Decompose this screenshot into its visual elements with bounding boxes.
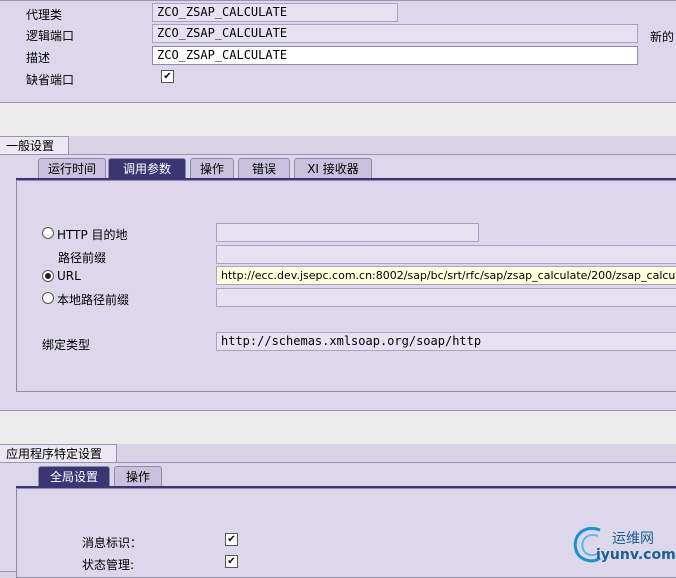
general-settings-title: 一般设置 [0,136,69,155]
path-prefix-label: 路径前缀 [58,251,107,265]
general-tab-4[interactable]: XI 接收器 [294,158,372,178]
default-port-label: 缺省端口 [26,73,75,87]
url-radio[interactable] [42,270,54,282]
logical-port-field[interactable]: ZCO_ZSAP_CALCULATE [152,24,638,43]
logical-port-label: 逻辑端口 [26,29,75,43]
state-management-checkbox[interactable]: ✔ [225,555,238,568]
general-tab-0[interactable]: 运行时间 [38,158,106,178]
general-tab-1[interactable]: 调用参数 [108,158,186,178]
http-destination-field[interactable] [216,223,479,242]
http-destination-radio[interactable] [42,227,54,239]
separator [0,103,676,136]
local-path-prefix-label: 本地路径前缀 [57,293,130,307]
app-tab-0[interactable]: 全局设置 [38,466,110,486]
url-label: URL [57,269,81,283]
state-management-label: 状态管理: [82,558,135,572]
general-tab-3[interactable]: 错误 [238,158,290,178]
path-prefix-field[interactable] [216,245,676,264]
proxy-class-field[interactable]: ZCO_ZSAP_CALCULATE [152,3,398,22]
description-label: 描述 [26,51,51,65]
local-path-prefix-field[interactable] [216,288,676,307]
general-tab-2[interactable]: 操作 [190,158,234,178]
proxy-class-label: 代理类 [26,8,63,22]
watermark-cn: 运维网 [612,531,654,547]
local-path-prefix-radio[interactable] [42,292,54,304]
watermark-en: iyunv.com [596,547,676,563]
app-tab-1[interactable]: 操作 [114,466,162,486]
separator [0,411,676,444]
binding-type-label: 绑定类型 [42,338,91,352]
default-port-checkbox[interactable]: ✔ [161,70,174,83]
new-label: 新的 [650,30,675,44]
app-settings-title: 应用程序特定设置 [0,444,117,463]
url-field[interactable]: http://ecc.dev.jsepc.com.cn:8002/sap/bc/… [216,266,676,285]
http-destination-label: HTTP 目的地 [57,228,128,242]
general-tab-content [16,180,676,392]
binding-type-field[interactable]: http://schemas.xmlsoap.org/soap/http [216,332,676,351]
description-field[interactable]: ZCO_ZSAP_CALCULATE [152,46,638,65]
message-id-label: 消息标识： [82,536,143,550]
message-id-checkbox[interactable]: ✔ [225,533,238,546]
